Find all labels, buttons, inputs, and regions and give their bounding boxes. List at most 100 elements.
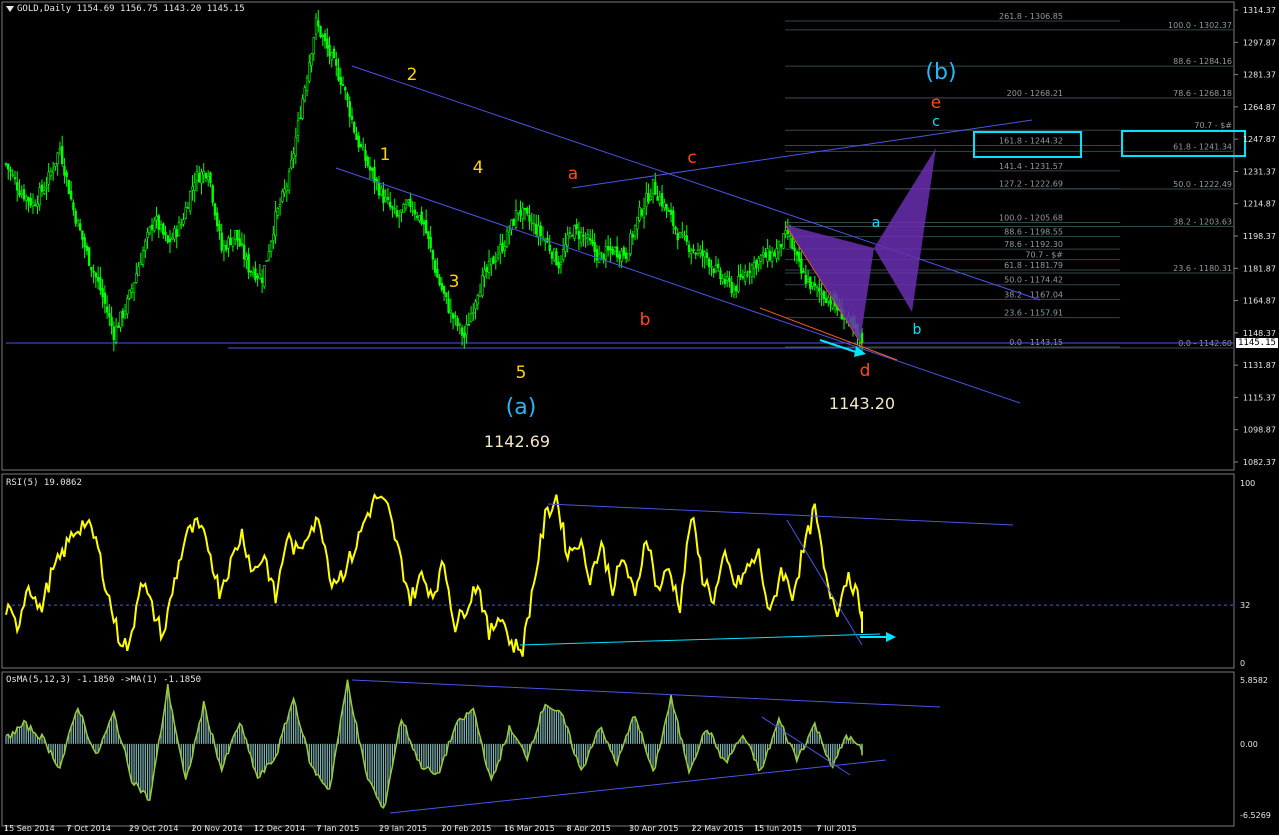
candle-body xyxy=(433,260,437,273)
price-tick-label: 1181.87 xyxy=(1243,264,1276,273)
candle-body xyxy=(404,204,408,209)
candle-body xyxy=(350,116,354,120)
candle-body xyxy=(220,232,223,251)
candle-body xyxy=(418,215,421,221)
candle-body xyxy=(663,202,666,209)
candle-body xyxy=(323,33,327,42)
candle-body xyxy=(730,281,733,294)
candle-body xyxy=(162,223,165,235)
candle-body xyxy=(681,232,684,235)
candle-body xyxy=(227,237,230,249)
candle-body xyxy=(51,169,55,173)
candle-body xyxy=(251,272,255,275)
candle-body xyxy=(775,248,778,259)
candle-body xyxy=(364,150,367,161)
price-tick-label: 1198.37 xyxy=(1243,232,1276,241)
chart-canvas[interactable]: 261.8 - 1306.85 100.0 - 1302.37 88.6 - 128… xyxy=(0,0,1279,833)
candle-body xyxy=(472,312,475,314)
chart-background xyxy=(0,0,1279,831)
candle-body xyxy=(739,273,742,278)
symbol-label: GOLD,Daily xyxy=(17,4,72,14)
candle-body xyxy=(485,266,488,273)
candle-body xyxy=(424,220,428,234)
candle-body xyxy=(281,191,284,202)
candle-body xyxy=(557,261,560,269)
candle-body xyxy=(732,288,736,296)
candle-body xyxy=(254,268,257,280)
candle-body xyxy=(622,247,626,256)
candle-body xyxy=(137,266,140,277)
candle-body xyxy=(564,244,567,252)
candle-body xyxy=(339,77,342,86)
candle-body xyxy=(579,232,583,244)
dropdown-triangle-icon[interactable] xyxy=(6,5,14,12)
candle-body xyxy=(171,237,174,240)
candle-body xyxy=(638,207,641,221)
candle-body xyxy=(265,260,268,262)
candle-body xyxy=(741,276,745,279)
time-tick-label: 20 Feb 2015 xyxy=(442,824,492,831)
candle-body xyxy=(186,207,190,209)
candle-body xyxy=(78,223,82,231)
fib-level-label: 88.6 - 1284.16 xyxy=(1173,57,1232,66)
current-price-badge: 1145.15 xyxy=(1236,338,1278,348)
candle-body xyxy=(526,207,529,214)
candle-body xyxy=(380,187,383,195)
candle-body xyxy=(38,187,41,206)
candle-body xyxy=(406,199,410,203)
candle-body xyxy=(233,230,237,240)
candle-body xyxy=(94,272,98,278)
candle-body xyxy=(105,306,109,313)
time-tick-label: 20 Nov 2014 xyxy=(192,824,243,831)
candle-body xyxy=(570,235,574,237)
candle-body xyxy=(627,253,630,262)
candle-body xyxy=(141,250,145,265)
candle-body xyxy=(317,20,320,27)
candle-body xyxy=(180,224,183,226)
candle-body xyxy=(813,283,817,287)
candle-body xyxy=(694,253,697,255)
candle-body xyxy=(272,234,275,241)
candle-body xyxy=(427,231,430,240)
candle-body xyxy=(797,251,801,262)
candle-body xyxy=(283,188,286,194)
candle-body xyxy=(108,312,111,317)
candle-body xyxy=(263,265,266,287)
candle-body xyxy=(222,245,226,252)
candle-body xyxy=(519,209,522,216)
candle-body xyxy=(683,235,686,238)
fib-level-label: 127.2 - 1222.69 xyxy=(999,180,1063,189)
candle-body xyxy=(586,234,590,238)
candle-body xyxy=(600,251,603,254)
candle-body xyxy=(779,243,783,248)
candle-body xyxy=(714,264,718,272)
price-tick-label: 1297.87 xyxy=(1243,38,1276,47)
candle-body xyxy=(144,240,147,251)
candle-body xyxy=(341,84,345,86)
candle-body xyxy=(382,189,385,204)
candle-body xyxy=(409,198,412,208)
candle-body xyxy=(218,224,221,232)
fib-level-label: 78.6 - 1268.18 xyxy=(1173,89,1232,98)
wave-label-major-a: (a) xyxy=(506,395,537,420)
candle-body xyxy=(168,238,172,243)
candle-body xyxy=(613,247,617,252)
candle-body xyxy=(231,237,235,247)
candle-body xyxy=(535,223,538,235)
price-tick-label: 1264.87 xyxy=(1243,103,1276,112)
candle-body xyxy=(606,246,610,251)
candle-body xyxy=(640,209,644,216)
candle-body xyxy=(211,185,214,203)
candle-body xyxy=(34,204,37,206)
osma-header: OsMA(5,12,3) -1.1850 ->MA(1) -1.1850 xyxy=(6,675,202,685)
time-tick-label: 7 Jan 2015 xyxy=(317,824,360,831)
candle-body xyxy=(768,250,772,261)
candle-body xyxy=(135,273,138,283)
candle-body xyxy=(595,248,599,261)
candle-body xyxy=(375,178,378,182)
candle-body xyxy=(397,215,401,218)
candle-body xyxy=(195,171,199,181)
candle-body xyxy=(658,196,661,204)
candle-body xyxy=(175,229,178,237)
candle-body xyxy=(750,264,754,277)
